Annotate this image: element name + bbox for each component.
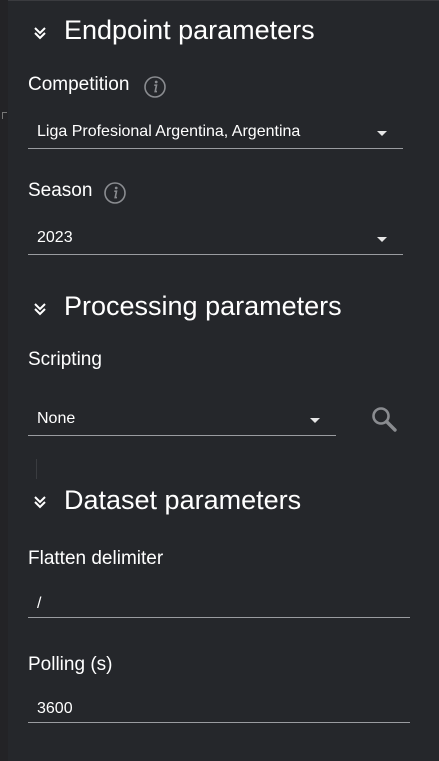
flatten-delimiter-input[interactable] [28, 590, 410, 617]
section-divider [36, 459, 37, 479]
scripting-label: Scripting [28, 349, 102, 370]
flatten-delimiter-field[interactable] [28, 590, 410, 618]
search-icon[interactable] [370, 405, 398, 433]
double-chevron-down-icon[interactable] [32, 25, 48, 41]
competition-select[interactable]: Liga Profesional Argentina, Argentina [28, 121, 403, 149]
season-value: 2023 [37, 229, 73, 246]
endpoint-section-title: Endpoint parameters [64, 15, 315, 45]
scripting-select[interactable]: None [28, 408, 336, 436]
season-label: Season [28, 180, 93, 201]
season-select[interactable]: 2023 [28, 227, 403, 255]
parameters-panel: Endpoint parameters Competition Liga Pro… [8, 0, 439, 761]
left-gutter [0, 0, 8, 761]
flatten-delimiter-label: Flatten delimiter [28, 548, 164, 569]
scripting-value: None [37, 410, 76, 427]
polling-field[interactable] [28, 695, 410, 723]
double-chevron-down-icon[interactable] [32, 301, 48, 317]
gutter-mark [2, 112, 7, 119]
dropdown-caret-icon [377, 237, 387, 242]
info-icon[interactable] [144, 76, 166, 98]
dataset-section-title: Dataset parameters [64, 485, 302, 515]
dropdown-caret-icon [377, 131, 387, 136]
polling-input[interactable] [28, 695, 410, 722]
processing-section-title: Processing parameters [64, 291, 342, 321]
polling-label: Polling (s) [28, 654, 113, 675]
dropdown-caret-icon [310, 418, 320, 423]
competition-label: Competition [28, 74, 130, 95]
double-chevron-down-icon[interactable] [32, 494, 48, 510]
competition-value: Liga Profesional Argentina, Argentina [37, 123, 301, 140]
info-icon[interactable] [104, 182, 126, 204]
